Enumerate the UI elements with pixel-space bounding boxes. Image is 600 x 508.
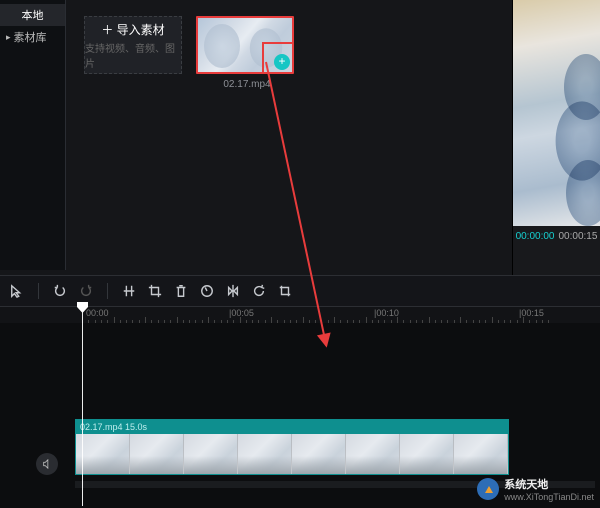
ruler-tick-10: |00:10 [374, 308, 399, 318]
import-hint: 支持视频、音频、图片 [85, 40, 181, 70]
divider [38, 283, 39, 299]
watermark-en: www.XiTongTianDi.net [504, 492, 594, 502]
preview-panel: 00:00:00 00:00:15 [512, 0, 600, 275]
media-panel: 本地 素材库 ＋ 导入素材 支持视频、音频、图片 + 02.17.mp4 [0, 0, 600, 275]
watermark: 系统天地 www.XiTongTianDi.net [477, 476, 594, 502]
import-media-button[interactable]: ＋ 导入素材 支持视频、音频、图片 [84, 16, 182, 74]
mute-track-button[interactable] [36, 453, 58, 475]
preview-video[interactable] [513, 0, 600, 226]
preview-time: 00:00:00 00:00:15 [513, 226, 600, 246]
total-duration: 00:00:15 [559, 231, 598, 242]
playhead[interactable] [82, 308, 83, 506]
redo-icon[interactable] [75, 280, 97, 302]
divider [107, 283, 108, 299]
add-to-timeline-button[interactable]: + [274, 54, 290, 70]
timeline-clip-header: 02.17.mp4 15.0s [76, 420, 508, 434]
crop-icon[interactable] [144, 280, 166, 302]
sidebar: 本地 素材库 [0, 0, 66, 270]
watermark-cn: 系统天地 [504, 479, 548, 491]
ruler-tick-5: |00:05 [229, 308, 254, 318]
toolbar [0, 275, 600, 307]
speed-icon[interactable] [196, 280, 218, 302]
ruler-tick-0: 00:00 [86, 308, 109, 318]
timeline-ruler[interactable]: 00:00 |00:05 |00:10 |00:15 [0, 307, 600, 323]
tab-library[interactable]: 素材库 [0, 26, 65, 48]
watermark-logo-icon [477, 478, 499, 500]
timeline-clip-frames [76, 434, 508, 474]
current-time: 00:00:00 [516, 231, 555, 242]
media-filename: 02.17.mp4 [196, 79, 298, 90]
delete-icon[interactable] [170, 280, 192, 302]
split-icon[interactable] [118, 280, 140, 302]
undo-icon[interactable] [49, 280, 71, 302]
media-clip[interactable]: + 02.17.mp4 [196, 16, 298, 90]
timeline-clip[interactable]: 02.17.mp4 15.0s [75, 419, 509, 475]
rotate-icon[interactable] [248, 280, 270, 302]
import-label: ＋ 导入素材 [101, 21, 164, 38]
select-tool-icon[interactable] [6, 280, 28, 302]
media-thumbnail: + [196, 16, 294, 74]
trim-icon[interactable] [274, 280, 296, 302]
mirror-icon[interactable] [222, 280, 244, 302]
tab-local[interactable]: 本地 [0, 4, 65, 26]
